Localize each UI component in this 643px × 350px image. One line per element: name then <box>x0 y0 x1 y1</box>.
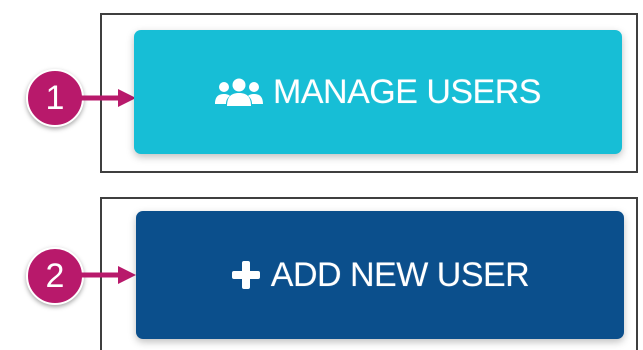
users-group-icon <box>215 77 264 107</box>
add-new-user-button[interactable]: ADD NEW USER <box>136 211 624 339</box>
pointer-arrow-icon <box>80 89 136 107</box>
pointer-arrow-icon <box>80 266 136 284</box>
step-number: 2 <box>45 256 65 295</box>
step-marker-2: 2 <box>26 247 84 305</box>
tutorial-stage: 1 MANAGE USERS 2 ADD NEW USER <box>0 0 643 350</box>
manage-users-label: MANAGE USERS <box>273 72 541 111</box>
plus-icon <box>231 260 261 290</box>
manage-users-button[interactable]: MANAGE USERS <box>134 30 622 154</box>
step-marker-1: 1 <box>26 69 84 127</box>
add-new-user-label: ADD NEW USER <box>270 255 530 294</box>
step-number: 1 <box>45 78 65 117</box>
